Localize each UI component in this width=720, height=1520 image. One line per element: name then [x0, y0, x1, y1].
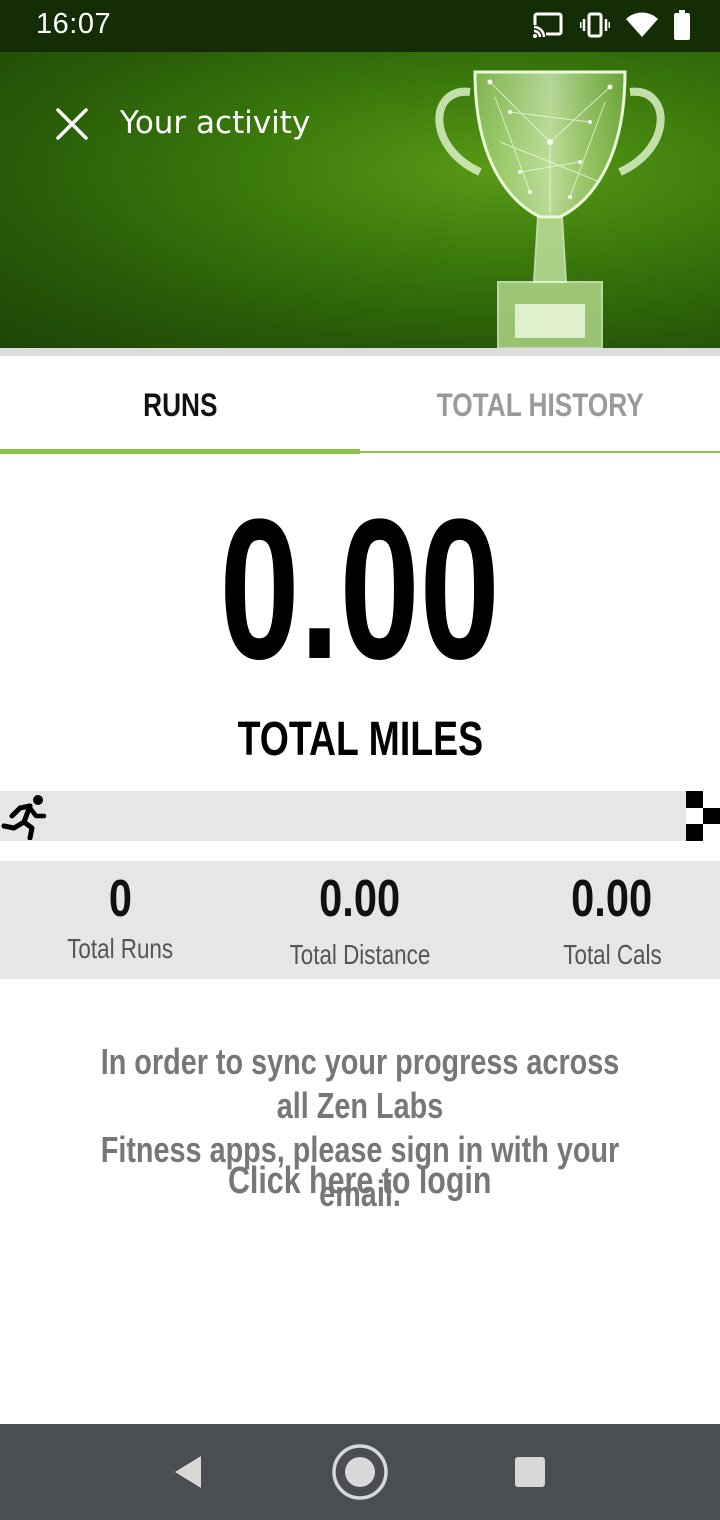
recents-icon	[515, 1457, 545, 1487]
runner-icon	[1, 795, 47, 840]
vibrate-icon	[579, 11, 611, 44]
stat-total-distance-label: Total Distance	[289, 939, 431, 970]
status-bar: 16:07	[0, 0, 720, 52]
home-icon	[332, 1444, 388, 1500]
finish-flag-icon	[686, 791, 720, 841]
status-time: 16:07	[36, 8, 112, 40]
close-button[interactable]	[52, 104, 92, 144]
login-link[interactable]: Click here to login	[0, 1160, 720, 1203]
battery-icon	[674, 9, 690, 45]
stat-total-cals-label: Total Cals	[562, 939, 662, 970]
status-icons	[532, 9, 690, 45]
stat-total-runs-label: Total Runs	[67, 933, 173, 964]
home-button[interactable]	[310, 1424, 410, 1520]
total-miles-label: TOTAL MILES	[0, 712, 720, 767]
cast-icon	[532, 11, 564, 44]
tab-active-indicator	[0, 449, 360, 454]
tab-runs[interactable]: RUNS	[0, 356, 360, 454]
tab-bar: RUNS TOTAL HISTORY	[0, 356, 720, 454]
sync-message-line1: In order to sync your progress across al…	[100, 1041, 620, 1126]
progress-track	[0, 791, 720, 841]
tab-total-history-label: TOTAL HISTORY	[436, 386, 644, 423]
system-nav-bar	[0, 1424, 720, 1520]
stat-total-cals: 0.00 Total Cals	[492, 861, 720, 979]
stat-total-distance: 0.00 Total Distance	[240, 861, 480, 979]
header-banner: Your activity	[0, 52, 720, 348]
login-link-text: Click here to login	[228, 1160, 492, 1202]
recents-button[interactable]	[480, 1424, 580, 1520]
trophy-illustration	[435, 70, 665, 348]
stat-total-runs: 0 Total Runs	[0, 861, 240, 979]
back-icon	[175, 1456, 201, 1488]
header-divider	[0, 348, 720, 356]
total-miles-label-text: TOTAL MILES	[237, 713, 483, 766]
total-miles-value-text: 0.00	[219, 478, 501, 701]
stats-row: 0 Total Runs 0.00 Total Distance 0.00 To…	[0, 861, 720, 979]
close-icon	[56, 108, 88, 140]
stat-total-distance-value: 0.00	[319, 870, 401, 928]
tab-runs-label: RUNS	[142, 386, 218, 423]
stat-total-cals-value: 0.00	[571, 870, 653, 928]
page-title: Your activity	[120, 105, 311, 141]
total-miles-value: 0.00	[0, 490, 720, 690]
back-button[interactable]	[138, 1424, 238, 1520]
stat-total-runs-value: 0	[108, 870, 132, 928]
tab-total-history[interactable]: TOTAL HISTORY	[360, 356, 720, 454]
wifi-icon	[626, 12, 658, 43]
